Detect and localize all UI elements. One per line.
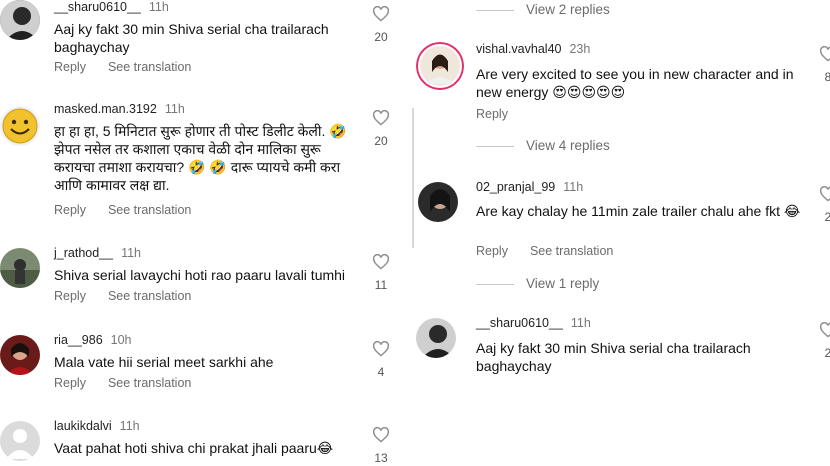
comment-username[interactable]: j_rathod__ [54,246,113,260]
reply-button[interactable]: Reply [54,203,86,217]
divider [476,283,514,285]
comment-username[interactable]: 02_pranjal_99 [476,180,555,194]
comment-username[interactable]: masked.man.3192 [54,102,157,116]
like-button[interactable]: 8 [816,46,830,84]
comment-actions: Reply See translation [54,203,213,217]
comment-actions: Reply See translation [54,60,213,74]
comment-time: 23h [569,42,591,56]
like-button[interactable]: 4 [369,341,393,379]
like-count: 4 [377,365,385,379]
comment-actions: Reply See translation [54,376,213,390]
like-count: 20 [374,30,388,44]
like-button[interactable]: 20 [369,6,393,44]
reply-button[interactable]: Reply [476,107,508,121]
like-button[interactable]: 2 [816,322,830,360]
divider [476,9,514,11]
comment-text: Are kay chalay he 11min zale trailer cha… [476,203,801,219]
avatar[interactable] [416,318,456,358]
comment-username-row[interactable]: laukikdalvi 11h [54,419,140,433]
like-count: 8 [824,70,830,84]
thread-line [412,108,414,248]
avatar[interactable] [0,248,40,288]
avatar[interactable] [416,42,464,90]
comment-time: 11h [121,246,142,260]
like-count: 20 [374,134,388,148]
right-comments-pane: View 2 replies vishal.vavhal40 23h Are ve… [412,0,830,466]
comment-username-row[interactable]: masked.man.3192 11h [54,102,185,116]
like-button[interactable]: 2 [816,186,830,224]
avatar[interactable] [0,421,40,461]
like-count: 11 [374,278,388,292]
divider [476,145,514,147]
comment-time: 11h [119,419,140,433]
comment-username-row[interactable]: j_rathod__ 11h [54,246,141,260]
like-button[interactable]: 13 [369,427,393,465]
heart-outline-icon [819,46,830,62]
comment-username-row[interactable]: 02_pranjal_99 11h [476,180,583,194]
comment-time: 11h [563,180,584,194]
view-replies-label[interactable]: View 4 replies [526,138,610,153]
comment-text: Mala vate hii serial meet sarkhi ahe [54,354,274,370]
comment-text: Aaj ky fakt 30 min Shiva serial cha trai… [476,340,751,374]
reply-button[interactable]: Reply [54,376,86,390]
comment-username[interactable]: vishal.vavhal40 [476,42,561,56]
comment-actions: Reply See translation [54,289,213,303]
see-translation-button[interactable]: See translation [108,289,191,303]
comment-text: Are very excited to see you in new chara… [476,66,794,100]
comment-actions: Reply See translation [476,244,635,258]
avatar[interactable] [0,0,40,40]
comment-username-row[interactable]: vishal.vavhal40 23h [476,42,590,56]
like-button[interactable]: 11 [369,254,393,292]
like-count: 2 [824,210,830,224]
reply-button[interactable]: Reply [476,244,508,258]
like-count: 2 [824,346,830,360]
like-button[interactable]: 20 [369,110,393,148]
comment-time: 11h [164,102,185,116]
comment-username[interactable]: __sharu0610__ [54,0,141,14]
comment-text: Vaat pahat hoti shiva chi prakat jhali p… [54,440,334,456]
comment-username[interactable]: __sharu0610__ [476,316,563,330]
comment-username[interactable]: ria__986 [54,333,103,347]
reply-button[interactable]: Reply [54,289,86,303]
comment-username[interactable]: laukikdalvi [54,419,112,433]
see-translation-button[interactable]: See translation [530,244,613,258]
avatar[interactable] [418,182,458,222]
comment-text: Aaj ky fakt 30 min Shiva serial cha trai… [54,21,329,55]
avatar[interactable] [0,106,40,146]
heart-outline-icon [372,6,390,22]
like-count: 13 [374,451,388,465]
see-translation-button[interactable]: See translation [108,203,191,217]
view-replies-label[interactable]: View 2 replies [526,2,610,17]
heart-outline-icon [819,186,830,202]
view-replies-button[interactable]: View 2 replies [476,2,610,17]
comment-time: 11h [148,0,169,14]
comment-actions: Reply [476,107,530,121]
left-comments-pane: __sharu0610__ 11h Aaj ky fakt 30 min Shiv… [0,0,400,466]
view-replies-button[interactable]: View 1 reply [476,276,599,291]
view-replies-button[interactable]: View 4 replies [476,138,610,153]
reply-button[interactable]: Reply [54,60,86,74]
comment-username-row[interactable]: __sharu0610__ 11h [476,316,591,330]
heart-outline-icon [372,341,390,357]
comment-text: हा हा हा, 5 मिनिटात सुरू होणार ती पोस्ट … [54,123,347,193]
comment-username-row[interactable]: __sharu0610__ 11h [54,0,169,14]
heart-outline-icon [819,322,830,338]
heart-outline-icon [372,254,390,270]
comment-time: 10h [110,333,132,347]
see-translation-button[interactable]: See translation [108,60,191,74]
comment-username-row[interactable]: ria__986 10h [54,333,132,347]
see-translation-button[interactable]: See translation [108,376,191,390]
view-replies-label[interactable]: View 1 reply [526,276,599,291]
heart-outline-icon [372,110,390,126]
heart-outline-icon [372,427,390,443]
comment-text: Shiva serial lavaychi hoti rao paaru lav… [54,267,346,283]
comment-time: 11h [570,316,591,330]
avatar[interactable] [0,335,40,375]
